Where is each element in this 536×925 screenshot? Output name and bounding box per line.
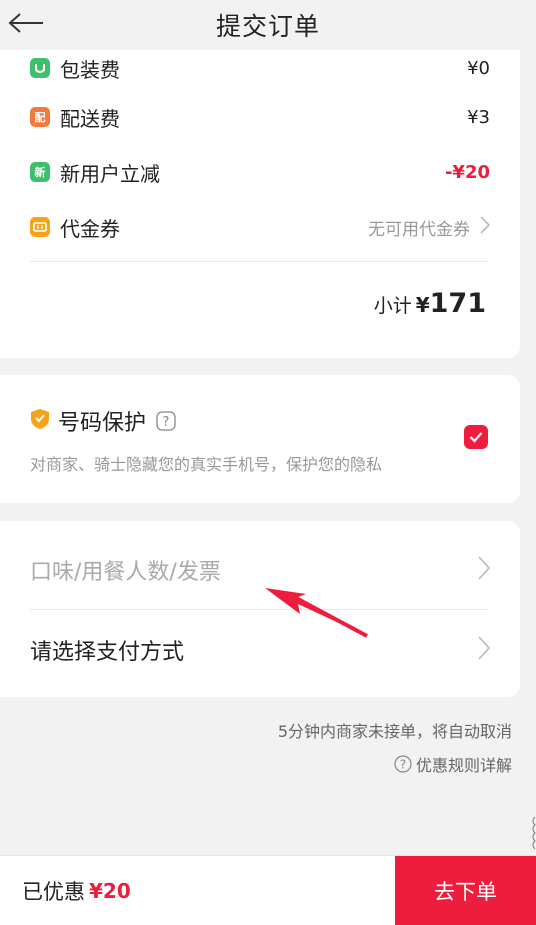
help-circle-icon: ?	[394, 755, 412, 773]
page-title: 提交订单	[215, 12, 320, 41]
packaging-icon	[30, 58, 50, 78]
subtotal: 小计 ¥ 171	[374, 288, 486, 319]
preferences-row[interactable]: 口味/用餐人数/发票	[30, 530, 491, 610]
bottom-bar: 已优惠 ¥20 去下单	[0, 855, 536, 925]
auto-cancel-notice: 5分钟内商家未接单，将自动取消	[277, 722, 512, 741]
voucher-icon	[30, 217, 50, 237]
delivery-fee-row: 配 配送费 ¥3	[30, 102, 490, 132]
packaging-fee-label: 包装费	[60, 57, 120, 82]
packaging-fee-row: 包装费 ¥0	[30, 53, 490, 83]
discount-summary: 已优惠 ¥20	[22, 856, 131, 925]
subtotal-amount: 171	[429, 288, 486, 319]
svg-text:?: ?	[400, 758, 406, 772]
new-user-discount-row: 新 新用户立减 -¥20	[30, 157, 490, 187]
privacy-card: 号码保护 ? 对商家、骑士隐藏您的真实手机号，保护您的隐私	[0, 375, 520, 503]
packaging-fee-value: ¥0	[467, 57, 490, 79]
options-card: 口味/用餐人数/发票 请选择支付方式	[0, 521, 520, 697]
fee-divider	[30, 261, 488, 262]
submit-order-button[interactable]: 去下单	[395, 856, 536, 925]
rules-link[interactable]: ? 优惠规则详解	[394, 752, 512, 776]
scroll-edge-mark	[530, 815, 536, 855]
new-user-icon: 新	[30, 162, 50, 182]
delivery-icon: 配	[30, 107, 50, 127]
privacy-title-row: 号码保护 ?	[30, 405, 176, 437]
header: 提交订单	[0, 0, 536, 50]
preferences-label: 口味/用餐人数/发票	[30, 560, 221, 585]
new-user-discount-value: -¥20	[444, 161, 490, 183]
new-user-discount-label: 新用户立减	[60, 161, 160, 186]
discount-value: ¥20	[89, 879, 131, 903]
shield-icon	[30, 408, 50, 434]
checkmark-icon	[469, 428, 483, 447]
voucher-row[interactable]: 代金券 无可用代金券	[30, 212, 491, 242]
voucher-value: 无可用代金券	[368, 215, 491, 240]
svg-text:?: ?	[163, 415, 170, 430]
fee-card: 包装费 ¥0 配 配送费 ¥3 新 新用户立减 -¥20 代金券 无可用代金券 …	[0, 20, 520, 358]
voucher-value-text: 无可用代金券	[368, 219, 470, 240]
privacy-checkbox[interactable]	[464, 425, 488, 449]
delivery-fee-label: 配送费	[60, 106, 120, 131]
payment-method-row[interactable]: 请选择支付方式	[30, 610, 491, 690]
chevron-right-icon	[478, 636, 491, 664]
subtotal-currency: ¥	[415, 293, 430, 317]
delivery-fee-value: ¥3	[467, 106, 490, 128]
help-icon[interactable]: ?	[156, 411, 176, 431]
back-button[interactable]	[8, 10, 48, 40]
page: 包装费 ¥0 配 配送费 ¥3 新 新用户立减 -¥20 代金券 无可用代金券 …	[0, 0, 536, 925]
rules-link-label: 优惠规则详解	[415, 756, 512, 775]
payment-method-label: 请选择支付方式	[30, 640, 185, 665]
chevron-right-icon	[478, 556, 491, 584]
voucher-label: 代金券	[60, 216, 120, 241]
subtotal-label: 小计	[373, 295, 412, 317]
discount-label: 已优惠	[22, 880, 85, 904]
privacy-description: 对商家、骑士隐藏您的真实手机号，保护您的隐私	[30, 455, 383, 474]
privacy-title: 号码保护	[58, 411, 147, 436]
chevron-right-icon	[480, 215, 491, 239]
arrow-left-icon	[8, 12, 44, 38]
